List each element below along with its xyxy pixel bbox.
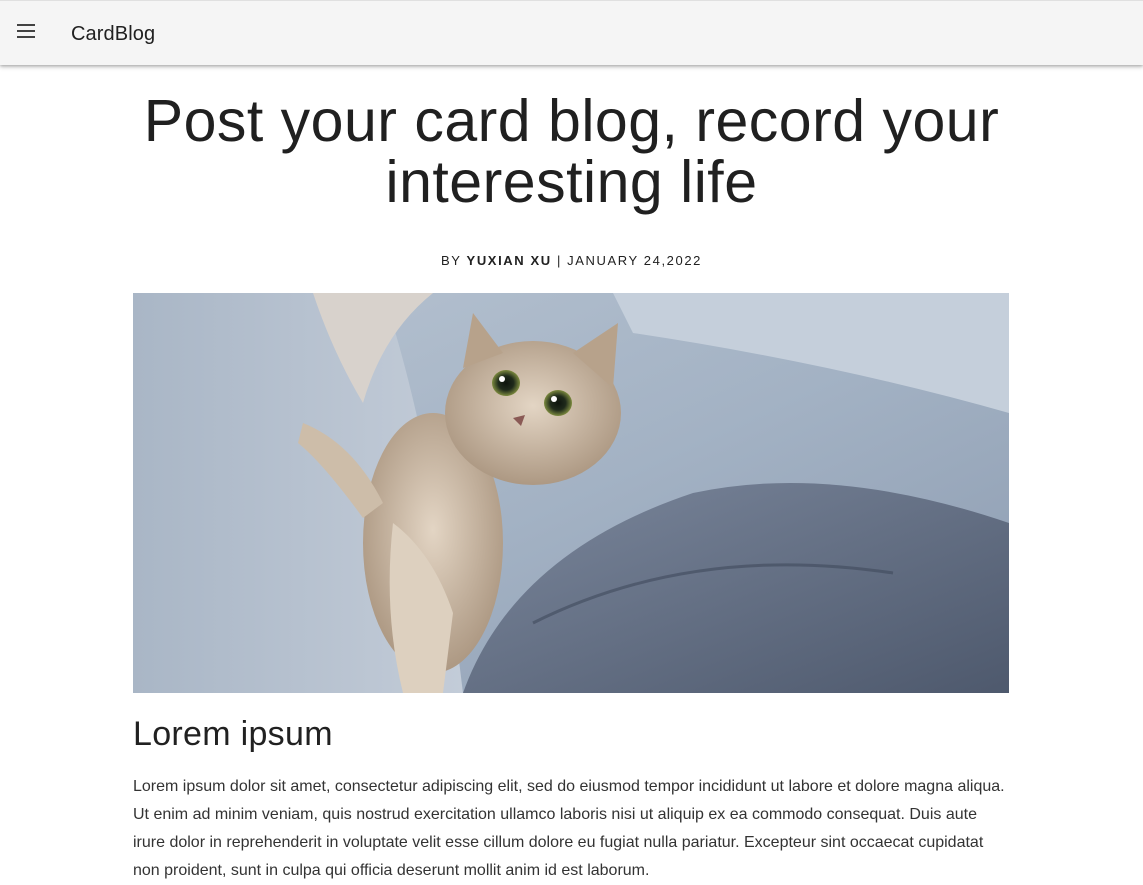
section-heading: Lorem ipsum bbox=[133, 715, 333, 753]
app-bar: CardBlog bbox=[0, 0, 1143, 65]
post-author[interactable]: YUXIAN XU bbox=[467, 253, 552, 268]
post-body: Lorem ipsum dolor sit amet, consectetur … bbox=[133, 778, 1005, 879]
app-title[interactable]: CardBlog bbox=[71, 21, 155, 47]
hero-image bbox=[133, 293, 1009, 693]
post-title: Post your card blog, record your interes… bbox=[143, 88, 1000, 215]
menu-button[interactable] bbox=[9, 15, 45, 51]
byline-separator: | bbox=[556, 253, 562, 268]
post-byline: BY YUXIAN XU | JANUARY 24,2022 bbox=[0, 253, 1143, 269]
post-date: JANUARY 24,2022 bbox=[567, 253, 702, 268]
byline-prefix: BY bbox=[441, 253, 462, 268]
menu-icon bbox=[17, 23, 37, 43]
